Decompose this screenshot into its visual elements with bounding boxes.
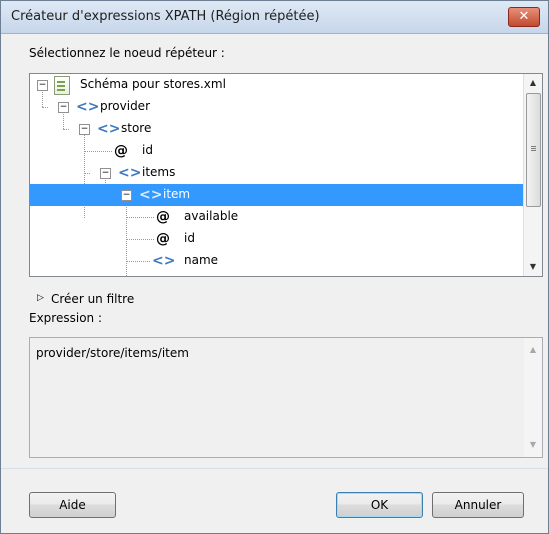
element-icon: <> (76, 99, 100, 115)
scrollbar-thumb[interactable] (526, 93, 541, 207)
collapse-toggle[interactable]: − (79, 124, 90, 135)
tree-row-store[interactable]: − <> store (30, 118, 523, 140)
element-icon: <> (152, 253, 176, 269)
window-title: Créateur d'expressions XPATH (Région rép… (11, 9, 320, 24)
tree-row-label: item (163, 187, 191, 201)
tree-row-label: provider (100, 99, 150, 113)
close-button[interactable]: ✕ (508, 7, 540, 27)
expand-arrow-icon[interactable]: ▷ (37, 293, 44, 303)
tree-row-schema[interactable]: − Schéma pour stores.xml (30, 74, 523, 96)
ok-button[interactable]: OK (336, 492, 423, 518)
tree-row-label: id (142, 143, 153, 157)
scroll-up-arrow-icon[interactable]: ▲ (524, 341, 542, 358)
create-filter-link[interactable]: Créer un filtre (51, 292, 134, 306)
scroll-down-arrow-icon[interactable]: ▼ (524, 436, 542, 453)
tree-row-label: items (142, 165, 176, 179)
attribute-icon: @ (114, 143, 128, 159)
tree-row-label: available (184, 209, 239, 223)
attribute-icon: @ (156, 231, 170, 247)
tree-row-available[interactable]: @ available (30, 206, 523, 228)
cancel-button[interactable]: Annuler (432, 492, 524, 518)
expression-field[interactable]: provider/store/items/item ▲ ▼ (29, 337, 543, 458)
tree-row-store-id[interactable]: @ id (30, 140, 523, 162)
help-button[interactable]: Aide (29, 492, 116, 518)
scroll-down-arrow-icon[interactable]: ▼ (524, 258, 542, 275)
xpath-builder-dialog: Créateur d'expressions XPATH (Région rép… (0, 0, 549, 534)
element-icon: <> (139, 187, 163, 203)
tree-content: − Schéma pour stores.xml − <> provider −… (30, 74, 523, 276)
tree-row-label: Schéma pour stores.xml (80, 77, 226, 91)
tree-row-label: name (184, 253, 219, 267)
collapse-toggle[interactable]: − (58, 102, 69, 113)
collapse-toggle[interactable]: − (37, 80, 48, 91)
tree-row-label: id (184, 231, 195, 245)
tree-row-provider[interactable]: − <> provider (30, 96, 523, 118)
grip-icon (531, 146, 536, 147)
tree-row-label: store (121, 121, 152, 135)
collapse-toggle[interactable]: − (100, 168, 111, 179)
element-icon: <> (97, 121, 121, 137)
element-icon: <> (118, 165, 142, 181)
attribute-icon: @ (156, 209, 170, 225)
node-tree[interactable]: − Schéma pour stores.xml − <> provider −… (29, 73, 543, 277)
tree-row-name[interactable]: <> name (30, 250, 523, 272)
tree-scrollbar[interactable]: ▲ ▼ (523, 74, 542, 276)
expression-scrollbar[interactable]: ▲ ▼ (524, 338, 542, 457)
tree-row-item[interactable]: − <> item (30, 184, 523, 206)
tree-row-items[interactable]: − <> items (30, 162, 523, 184)
xml-file-icon (54, 76, 70, 95)
tree-row-item-id[interactable]: @ id (30, 228, 523, 250)
expression-label: Expression : (29, 311, 102, 325)
collapse-toggle[interactable]: − (121, 190, 132, 201)
select-node-label: Sélectionnez le noeud répéteur : (29, 46, 225, 60)
title-bar: Créateur d'expressions XPATH (Région rép… (1, 1, 548, 34)
scroll-up-arrow-icon[interactable]: ▲ (524, 74, 542, 91)
expression-value: provider/store/items/item (36, 346, 189, 360)
footer-divider (1, 468, 548, 469)
